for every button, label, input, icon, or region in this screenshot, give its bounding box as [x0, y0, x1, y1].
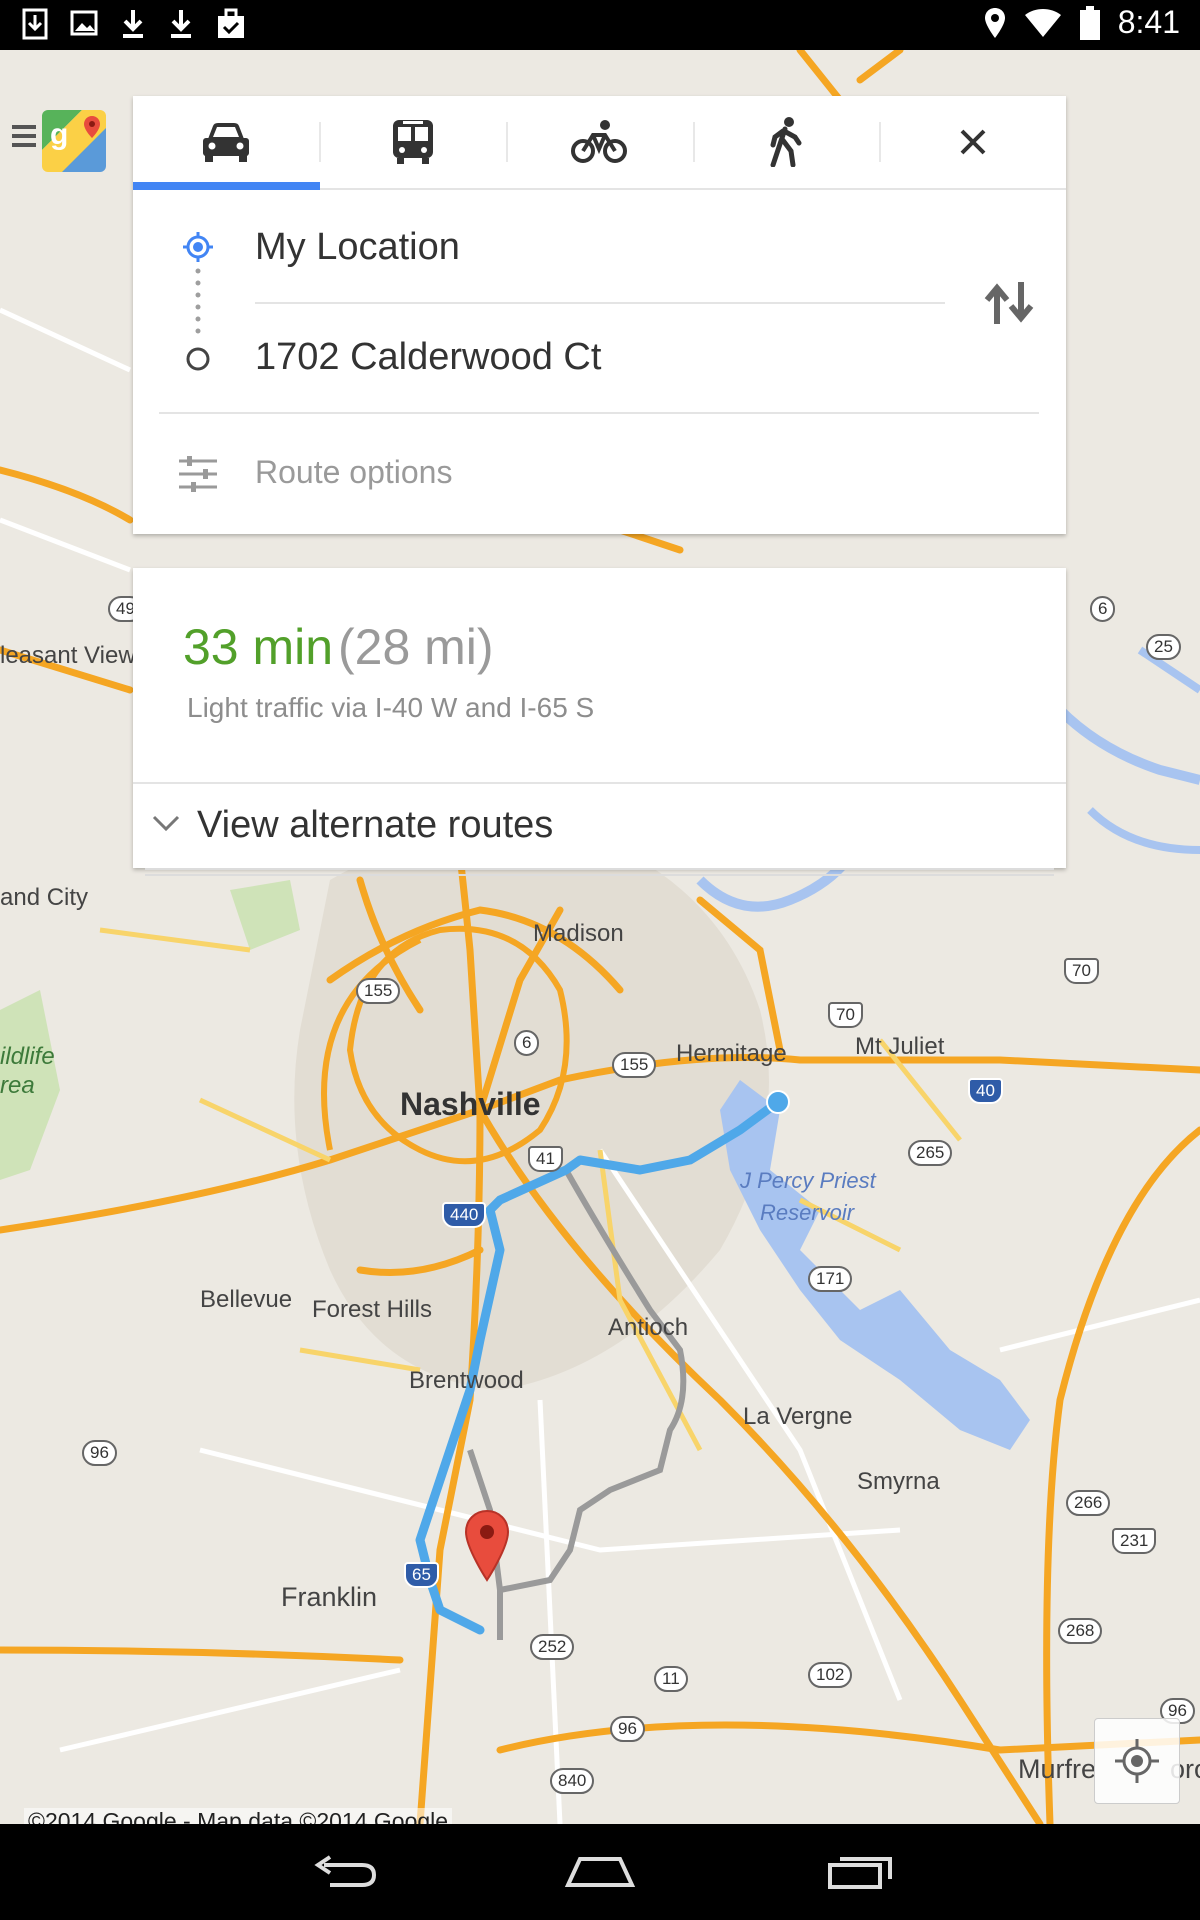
origin-dot-icon	[183, 232, 213, 262]
wifi-icon	[1024, 8, 1061, 37]
route-dots	[195, 268, 201, 334]
back-button[interactable]	[304, 1846, 384, 1898]
walk-icon	[770, 117, 802, 167]
highway-shield: 231	[1112, 1528, 1157, 1554]
recents-button[interactable]	[820, 1846, 900, 1898]
recents-icon	[828, 1857, 892, 1889]
tab-drive[interactable]	[133, 96, 320, 190]
map-label-la-vergne: La Vergne	[743, 1403, 853, 1430]
highway-shield: 25	[1146, 634, 1181, 660]
tab-transit[interactable]	[320, 96, 507, 188]
highway-shield: 266	[1066, 1490, 1111, 1516]
map-label-brentwood: Brentwood	[409, 1367, 524, 1394]
close-icon	[960, 129, 986, 155]
map-label-antioch: Antioch	[608, 1314, 689, 1341]
route-duration: 33 min	[183, 619, 334, 675]
map-label-reservoir-1: J Percy Priest	[740, 1168, 876, 1193]
download-icon	[123, 10, 143, 38]
route-options-icon	[179, 456, 217, 492]
map-label-forest-hills: Forest Hills	[312, 1296, 433, 1323]
chevron-down-icon	[152, 815, 180, 832]
directions-card: My Location 1702 Calderwood Ct Route opt…	[133, 96, 1066, 534]
route-via: Light traffic via I-40 W and I-65 S	[187, 692, 595, 723]
map-label-madison: Madison	[533, 920, 624, 947]
download-icon	[171, 10, 191, 38]
home-button[interactable]	[560, 1846, 640, 1898]
bike-icon	[571, 120, 628, 163]
route-options-button[interactable]: Route options	[255, 454, 452, 491]
destination-pin-icon[interactable]	[464, 1510, 510, 1582]
route-summary-card[interactable]: 33 min (28 mi) Light traffic via I-40 W …	[133, 568, 1066, 876]
image-icon	[70, 10, 98, 36]
highway-shield: 70	[828, 1002, 863, 1028]
highway-shield: 440	[442, 1202, 487, 1228]
route-distance: (28 mi)	[338, 619, 494, 675]
map-label-nashville: Nashville	[400, 1086, 541, 1122]
map-label-land-city: and City	[0, 884, 89, 911]
highway-shield: 268	[1058, 1618, 1103, 1644]
swap-icon[interactable]	[981, 282, 1037, 324]
highway-shield: 96	[82, 1440, 117, 1466]
download-icon	[22, 8, 48, 40]
highway-shield: 265	[908, 1140, 953, 1166]
location-pin-icon	[984, 7, 1005, 38]
checkbag-icon	[218, 8, 244, 38]
transit-icon	[392, 120, 433, 164]
home-icon	[564, 1857, 636, 1887]
map-label-bellevue: Bellevue	[200, 1286, 293, 1313]
map-label-murfreesboro: Murfre	[1018, 1754, 1097, 1784]
crosshair-icon	[1115, 1739, 1159, 1783]
notification-icons	[22, 8, 246, 40]
destination-dot-icon	[186, 347, 210, 371]
map-label-area: rea	[0, 1072, 35, 1099]
highway-shield: 70	[1064, 958, 1099, 984]
highway-shield: 65	[404, 1562, 439, 1588]
highway-shield: 41	[528, 1146, 563, 1172]
clock: 8:41	[1117, 4, 1180, 40]
highway-shield: 171	[808, 1266, 853, 1292]
system-icons: 8:41	[984, 4, 1180, 41]
travel-mode-tabs	[133, 96, 1066, 190]
highway-shield: 11	[654, 1666, 688, 1692]
svg-text:g: g	[50, 118, 68, 151]
close-directions-button[interactable]	[879, 96, 1066, 188]
map-label-reservoir-2: Reservoir	[760, 1200, 855, 1225]
highway-shield: 40	[968, 1078, 1003, 1104]
status-bar: 8:41	[0, 0, 1200, 50]
view-alternate-routes-button[interactable]: View alternate routes	[197, 804, 553, 847]
car-icon	[203, 123, 250, 162]
highway-shield: 252	[530, 1634, 575, 1660]
highway-shield: 96	[610, 1716, 645, 1742]
map-label-wildlife: ildlife	[0, 1043, 55, 1070]
tab-bike[interactable]	[506, 96, 693, 188]
map-label-smyrna: Smyrna	[857, 1468, 940, 1495]
battery-icon	[1079, 5, 1100, 40]
highway-shield: 155	[356, 978, 401, 1004]
map-label-hermitage: Hermitage	[676, 1040, 787, 1067]
my-location-button[interactable]	[1094, 1718, 1180, 1804]
back-icon	[314, 1855, 377, 1887]
tab-walk[interactable]	[693, 96, 880, 188]
map-label-pleasant-view: leasant View	[0, 642, 136, 669]
highway-shield: 102	[808, 1662, 853, 1688]
highway-shield: 155	[612, 1052, 657, 1078]
map-copyright: ©2014 Google - Map data ©2014 Google	[24, 1808, 453, 1824]
google-maps-logo[interactable]: g	[42, 110, 106, 172]
map-label-franklin: Franklin	[281, 1582, 378, 1612]
hamburger-menu-icon[interactable]	[12, 125, 36, 153]
navigation-bar	[0, 1824, 1200, 1920]
highway-shield: 840	[550, 1768, 595, 1794]
destination-field[interactable]: 1702 Calderwood Ct	[255, 336, 601, 379]
origin-field[interactable]: My Location	[255, 226, 460, 269]
map-label-mt-juliet: Mt Juliet	[855, 1033, 945, 1060]
